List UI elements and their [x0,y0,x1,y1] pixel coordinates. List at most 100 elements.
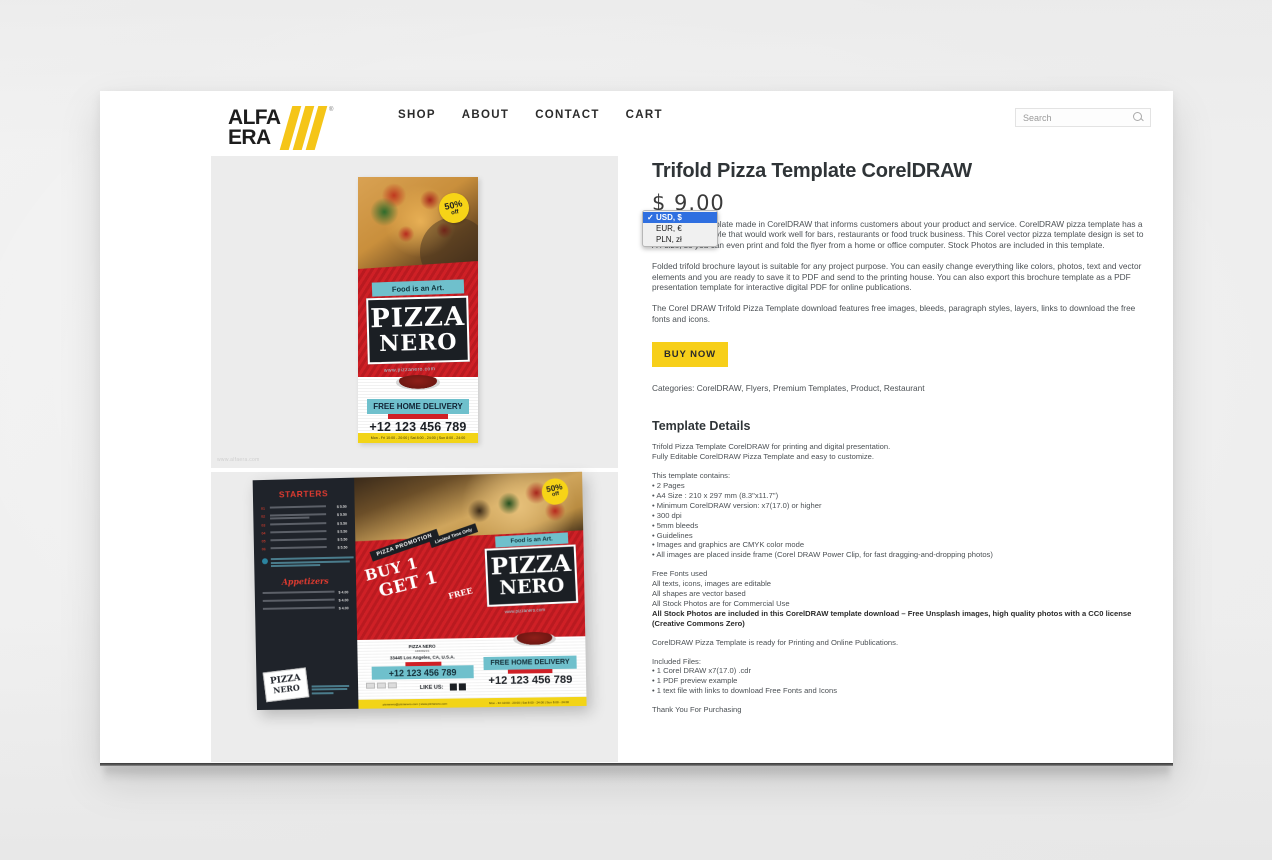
gallery-image-1[interactable]: 50% off Food is an Art. PIZZA NERO www.p… [211,156,618,468]
menu-item-price: $ 5.50 [337,529,348,534]
template-details-heading: Template Details [652,419,751,434]
template-fonts: Free Fonts used All texts, icons, images… [652,569,790,608]
logo-trademark: ® [329,107,334,113]
stamp-side-text [311,684,352,695]
menu-item-text [270,545,335,550]
template-ready: CorelDRAW Pizza Template is ready for Pr… [652,637,899,647]
menu-item-text [270,538,334,542]
currency-option-usd[interactable]: ✓ USD, $ [643,212,717,223]
brand-line-2: NERO [498,574,565,600]
pizza-photo [358,177,478,287]
menu-item-price: $ 5.50 [337,521,348,526]
appetizer-row: $ 4.00 [262,590,348,596]
logo-wordmark: ALFA ERA [228,107,281,149]
brand-line-1: PIZZA [369,301,466,335]
currency-option-pln[interactable]: PLN, zł [643,234,717,245]
info-icon [261,558,268,565]
currency-label: USD, $ [656,213,682,222]
menu-item-number: 06 [261,547,266,552]
product-gallery: 50% off Food is an Art. PIZZA NERO www.p… [211,156,618,764]
nav-item-cart[interactable]: CART [626,109,663,121]
product-categories: Categories: CorelDRAW, Flyers, Premium T… [652,383,925,394]
brand-stamp: PIZZA NERO [262,667,310,703]
stamp-line-2: NERO [272,682,301,696]
social-icons [449,683,466,691]
menu-item: 04 $ 5.50 [261,530,347,536]
address-block: PIZZA NERO ADDRESS 33445 Los Angeles, CA… [377,643,467,661]
menu-item-number: 01 [260,506,265,511]
menu-item: 05 $ 5.50 [262,538,348,544]
menu-item-price: $ 5.50 [337,537,348,542]
logo-line-2: ERA [228,126,271,149]
delivery-banner: FREE HOME DELIVERY [483,655,577,671]
menu-note-lines [270,556,354,568]
menu-page: STARTERS 01 $ 5.50 02 $ 5.50 03 $ 5.50 0… [252,477,359,711]
menu-item-number: 03 [261,523,266,528]
flyer-phone: +12 123 456 789 [369,420,467,434]
menu-item: 02 $ 5.50 [261,513,347,520]
flyer-footer: Mon - Fri 10:00 - 20:00 | Sat 8:00 - 24:… [358,433,478,443]
search-icon[interactable] [1133,112,1144,123]
flyer-footer: pizzanero@pizzanero.com | www.pizzanero.… [358,696,587,709]
currency-option-eur[interactable]: EUR, € [643,223,717,234]
sauce-plate-graphic [396,375,440,390]
cover-page: 50% off PIZZA PROMOTION Limited Time Onl… [354,471,587,709]
menu-item: 06 $ 5.50 [262,546,348,552]
menu-item-price: $ 5.50 [336,512,347,517]
address-label: ADDRESS [414,648,430,654]
menu-item: 03 $ 5.50 [261,522,347,528]
product-description: Trifold Pizza Template made in CorelDRAW… [652,219,1151,324]
flyer-brand-block: PIZZA NERO [366,295,470,365]
site-header: ALFA ERA ® SHOP ABOUT CONTACT CART [100,91,1173,156]
appetizer-row: $ 4.00 [262,598,349,604]
product-price: $ 9.00 [652,191,725,215]
browser-drop-shadow [104,766,1170,782]
like-us-label: LIKE US: [419,684,444,691]
menu-item-price: $ 5.50 [337,545,348,550]
main-navigation: SHOP ABOUT CONTACT CART [398,109,663,121]
footer-right: Mon - Fri 10:00 - 20:00 | Sat 8:00 - 24:… [489,699,569,705]
site-logo[interactable]: ALFA ERA ® [228,106,334,150]
menu-note [261,556,354,568]
starters-heading: STARTERS [278,488,329,500]
phone-right: +12 123 456 789 [488,673,573,688]
badge-off: off [551,491,560,499]
template-contains: This template contains: • 2 Pages • A4 S… [652,471,993,560]
logo-stripes-icon: ® [280,106,334,150]
instagram-icon [458,683,466,691]
footer-left: pizzanero@pizzanero.com | www.pizzanero.… [382,701,448,706]
facebook-icon [449,683,457,691]
search-box[interactable] [1015,108,1151,127]
product-details: Trifold Pizza Template CorelDRAW $ 9.00 … [642,156,1151,764]
page-title: Trifold Pizza Template CorelDRAW [652,160,972,182]
gallery-image-2[interactable]: STARTERS 01 $ 5.50 02 $ 5.50 03 $ 5.50 0… [211,471,618,762]
trifold-flyer-preview: 50% off Food is an Art. PIZZA NERO www.p… [358,177,478,443]
menu-item-text [269,505,334,509]
menu-item-number: 04 [261,531,266,536]
menu-item-text [270,530,334,534]
currency-dropdown[interactable]: ✓ USD, $ EUR, € PLN, zł [642,210,718,247]
nav-item-shop[interactable]: SHOP [398,109,436,121]
buy-now-button[interactable]: BUY NOW [652,342,729,368]
description-paragraph-2: Folded trifold brochure layout is suitab… [652,261,1142,293]
menu-item-text [270,522,334,526]
check-icon: ✓ [647,212,654,222]
currency-label: EUR, € [656,224,682,233]
menu-item-number: 05 [261,539,266,544]
nav-item-contact[interactable]: CONTACT [535,109,599,121]
spread-preview: STARTERS 01 $ 5.50 02 $ 5.50 03 $ 5.50 0… [252,471,587,711]
appetizers-heading: Appetizers [281,575,329,587]
phone-left: +12 123 456 789 [371,665,474,680]
template-thanks: Thank You For Purchasing [652,705,742,715]
menu-item: 01 $ 5.50 [261,505,347,511]
product-page-content: 50% off Food is an Art. PIZZA NERO www.p… [100,156,1173,764]
menu-item-price: $ 5.50 [336,504,347,509]
search-input[interactable] [1023,109,1133,126]
description-paragraph-3: The Corel DRAW Trifold Pizza Template do… [652,303,1136,324]
nav-item-about[interactable]: ABOUT [462,109,509,121]
menu-item-text [269,513,334,520]
currency-label: PLN, zł [656,235,682,244]
template-stock-photos-note: All Stock Photos are included in this Co… [652,608,1134,628]
delivery-subbanner [388,414,448,419]
gallery-watermark: www.alfaera.com [217,457,260,463]
